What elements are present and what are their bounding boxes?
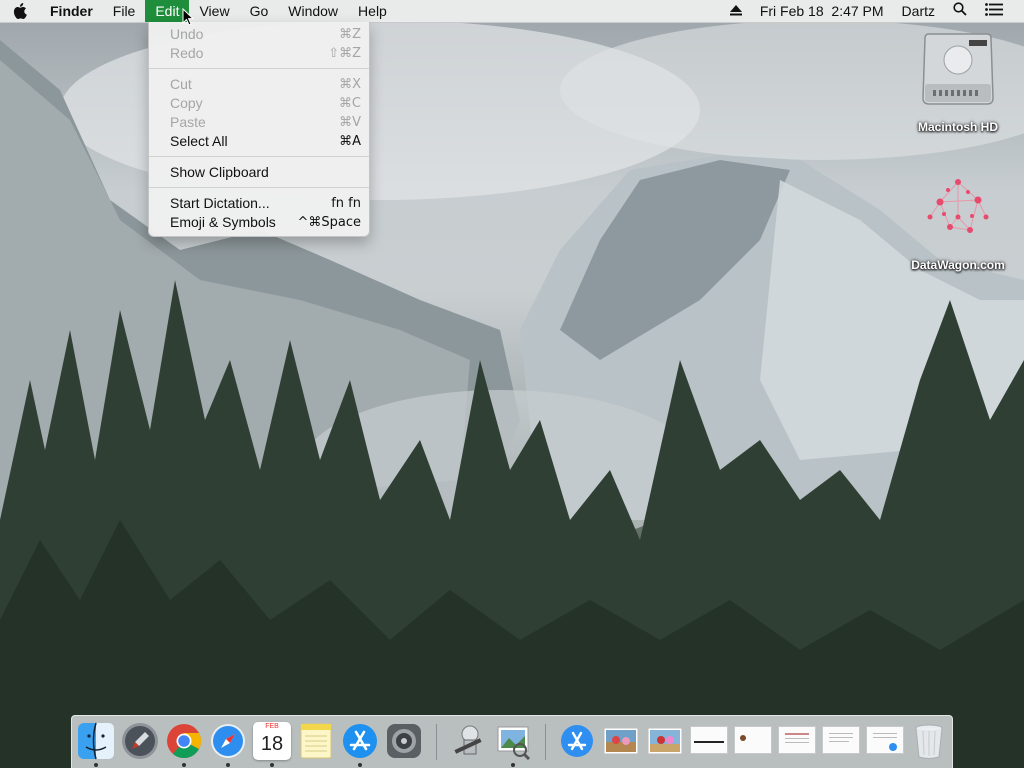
document-thumbnail-icon[interactable] [822,726,860,754]
menu-item-label: Redo [170,45,204,61]
menu-item-paste[interactable]: Paste ⌘V [149,113,369,132]
menu-file[interactable]: File [103,0,146,22]
menu-item-label: Paste [170,114,206,130]
apple-icon[interactable] [0,3,40,19]
menu-finder[interactable]: Finder [40,0,103,22]
document-thumbnail-icon[interactable] [734,726,772,754]
notification-list-icon[interactable] [976,0,1012,22]
menu-item-shortcut: ⌘A [339,134,361,149]
photo-thumbnail-icon[interactable] [646,722,684,760]
calendar-icon[interactable]: FEB 18 [253,722,291,760]
menu-item-label: Start Dictation... [170,195,270,211]
clock[interactable]: Fri Feb 18 2:47 PM [751,0,893,22]
desktop-icon-label: DataWagon.com [911,258,1005,272]
menu-item-label: Show Clipboard [170,164,269,180]
system-preferences-icon[interactable] [385,722,423,760]
menu-bar: Finder File Edit View Go Window Help Fri… [0,0,1024,23]
document-thumbnail-icon[interactable] [690,726,728,754]
running-indicator [511,763,515,767]
menu-separator [149,156,369,157]
trash-icon[interactable] [910,722,948,760]
dock-divider [545,724,546,760]
menu-item-label: Emoji & Symbols [170,214,276,230]
menu-item-shortcut: ⌘X [339,77,361,92]
running-indicator [358,763,362,767]
menu-help[interactable]: Help [348,0,397,22]
menu-item-shortcut: ⌘C [338,96,361,111]
menu-item-label: Copy [170,95,203,111]
running-indicator [226,763,230,767]
chrome-icon[interactable] [165,722,203,760]
running-indicator [270,763,274,767]
menu-item-label: Select All [170,133,228,149]
menu-item-select-all[interactable]: Select All ⌘A [149,132,369,151]
spotlight-icon[interactable] [944,0,976,22]
notes-icon[interactable] [297,722,335,760]
desktop-icon-macintosh-hd[interactable]: Macintosh HD [903,32,1013,134]
safari-icon[interactable] [209,722,247,760]
running-indicator [94,763,98,767]
menu-item-shortcut: ⌘Z [339,27,361,42]
eject-icon[interactable] [721,0,751,22]
menu-item-redo[interactable]: Redo ⇧⌘Z [149,44,369,63]
menu-separator [149,68,369,69]
mouse-pointer-icon [182,7,195,31]
running-indicator [182,763,186,767]
finder-icon[interactable] [77,722,115,760]
menu-item-copy[interactable]: Copy ⌘C [149,94,369,113]
hard-drive-icon [921,32,995,108]
dock-divider [436,724,437,760]
menu-go[interactable]: Go [240,0,279,22]
desktop-icon-datawagon[interactable]: DataWagon.com [903,172,1013,272]
desktop-icon-label: Macintosh HD [917,120,998,134]
menu-item-shortcut: fn fn [331,196,361,211]
document-thumbnail-icon[interactable] [866,726,904,754]
menu-item-start-dictation[interactable]: Start Dictation... fn fn [149,194,369,213]
edit-menu-dropdown: Undo ⌘Z Redo ⇧⌘Z Cut ⌘X Copy ⌘C Paste ⌘V… [148,22,370,237]
menu-item-show-clipboard[interactable]: Show Clipboard [149,163,369,182]
app-store-folder-icon[interactable] [558,722,596,760]
network-graphic-icon [920,172,996,248]
launchpad-icon[interactable] [121,722,159,760]
calendar-month: FEB [265,723,279,730]
calendar-day: 18 [260,733,284,755]
menu-view[interactable]: View [189,0,239,22]
photo-thumbnail-icon[interactable] [602,722,640,760]
user-name[interactable]: Dartz [893,0,944,22]
dock: FEB 18 [71,715,953,768]
menu-item-shortcut: ⇧⌘Z [328,46,361,61]
menu-item-cut[interactable]: Cut ⌘X [149,75,369,94]
menu-separator [149,187,369,188]
automator-icon[interactable] [450,722,488,760]
preview-icon[interactable] [494,722,532,761]
menu-item-emoji-symbols[interactable]: Emoji & Symbols ^⌘Space [149,213,369,232]
menu-item-shortcut: ^⌘Space [297,215,361,230]
document-thumbnail-icon[interactable] [778,726,816,754]
app-store-icon[interactable] [341,722,379,760]
menu-item-shortcut: ⌘V [339,115,361,130]
menu-window[interactable]: Window [278,0,348,22]
menu-item-label: Cut [170,76,192,92]
